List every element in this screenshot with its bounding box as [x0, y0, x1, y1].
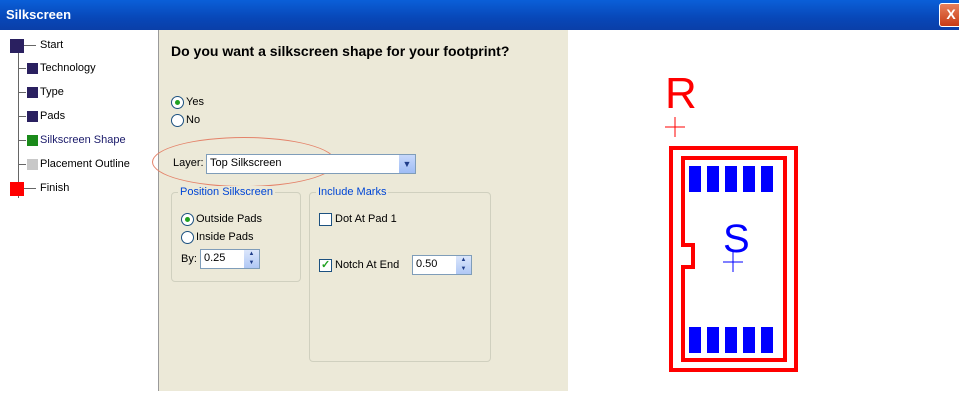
layer-label: Layer: — [173, 157, 204, 169]
spinner-arrows-icon[interactable]: ▲ ▼ — [456, 256, 471, 274]
no-radio[interactable] — [171, 114, 184, 127]
step-technology-marker — [27, 63, 38, 74]
inside-pads-radio[interactable] — [181, 231, 194, 244]
dot-at-pad-checkbox[interactable] — [319, 213, 332, 226]
step-start-marker — [10, 39, 24, 53]
step-type[interactable]: Type — [40, 86, 64, 98]
wizard-panel: Do you want a silkscreen shape for your … — [152, 30, 568, 391]
close-button[interactable]: X — [939, 3, 959, 27]
window-title: Silkscreen — [6, 7, 72, 22]
pad — [707, 327, 719, 353]
position-group-title: Position Silkscreen — [178, 186, 275, 198]
position-silkscreen-group: Position Silkscreen Outside Pads Inside … — [171, 186, 301, 282]
step-start[interactable]: Start — [40, 39, 63, 51]
center-label: S — [723, 217, 750, 261]
title-bar: Silkscreen X — [0, 0, 959, 30]
inside-pads-label[interactable]: Inside Pads — [196, 231, 253, 243]
step-finish-marker — [10, 182, 24, 196]
pad — [707, 166, 719, 192]
outside-pads-label[interactable]: Outside Pads — [196, 213, 262, 225]
step-silkscreen-shape[interactable]: Silkscreen Shape — [40, 134, 126, 146]
spinner-arrows-icon[interactable]: ▲ ▼ — [244, 250, 259, 268]
layer-value: Top Silkscreen — [210, 157, 282, 169]
step-placement-marker — [27, 159, 38, 170]
outside-pads-radio[interactable] — [181, 213, 194, 226]
marks-group-title: Include Marks — [316, 186, 389, 198]
no-label[interactable]: No — [186, 114, 200, 126]
footprint-preview: R S — [569, 30, 959, 391]
step-pads[interactable]: Pads — [40, 110, 65, 122]
yes-label[interactable]: Yes — [186, 96, 204, 108]
by-spinner[interactable]: 0.25 ▲ ▼ — [200, 249, 260, 269]
pad — [725, 166, 737, 192]
layer-select[interactable]: Top Silkscreen ▼ — [206, 154, 416, 174]
pad — [743, 327, 755, 353]
pad — [761, 166, 773, 192]
notch-spinner[interactable]: 0.50 ▲ ▼ — [412, 255, 472, 275]
wizard-question: Do you want a silkscreen shape for your … — [171, 43, 510, 59]
notch-at-end-label[interactable]: Notch At End — [335, 259, 399, 271]
step-placement-outline[interactable]: Placement Outline — [40, 158, 130, 170]
pad — [689, 327, 701, 353]
step-finish[interactable]: Finish — [40, 182, 69, 194]
wizard-steps-sidebar: Start Technology Type Pads Silkscreen Sh… — [0, 30, 159, 391]
ref-designator-label: R — [665, 69, 697, 118]
step-type-marker — [27, 87, 38, 98]
by-label: By: — [181, 253, 197, 265]
step-silkscreen-marker — [27, 135, 38, 146]
step-technology[interactable]: Technology — [40, 62, 96, 74]
pad — [689, 166, 701, 192]
yes-radio[interactable] — [171, 96, 184, 109]
notch-value: 0.50 — [416, 258, 438, 270]
pad — [743, 166, 755, 192]
pad — [761, 327, 773, 353]
include-marks-group: Include Marks Dot At Pad 1 Notch At End … — [309, 186, 491, 362]
dot-at-pad-label[interactable]: Dot At Pad 1 — [335, 213, 397, 225]
step-pads-marker — [27, 111, 38, 122]
chevron-down-icon[interactable]: ▼ — [399, 155, 415, 173]
footprint-drawing: R S — [665, 69, 798, 372]
pad — [725, 327, 737, 353]
by-value: 0.25 — [204, 252, 226, 264]
notch-at-end-checkbox[interactable] — [319, 258, 332, 272]
